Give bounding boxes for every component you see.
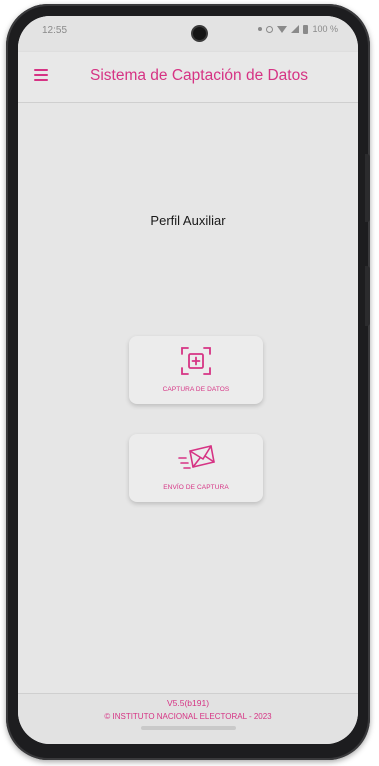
capture-scan-icon (179, 344, 213, 383)
copyright-text: © INSTITUTO NACIONAL ELECTORAL - 2023 (104, 712, 272, 721)
phone-screen: 12:55 100 % Sistema de Captación de Dato… (18, 16, 358, 744)
ring-icon (266, 25, 274, 33)
send-capture-button[interactable]: ENVÍO DE CAPTURA (129, 434, 263, 502)
phone-frame: 12:55 100 % Sistema de Captación de Dato… (6, 4, 370, 760)
signal-icon (291, 25, 300, 33)
wifi-icon (277, 25, 288, 33)
status-bar: 12:55 100 % (18, 16, 358, 52)
app-bar: Sistema de Captación de Datos (18, 52, 358, 103)
status-icons: 100 % (258, 24, 338, 34)
app-version: V5.5(b191) (166, 698, 210, 708)
notification-dot-icon (258, 27, 263, 31)
main-content: Perfil Auxiliar CAPTURA DE DATOS ENVÍO D… (18, 103, 358, 703)
hamburger-menu-icon[interactable] (34, 69, 48, 81)
capture-data-button[interactable]: CAPTURA DE DATOS (129, 336, 263, 404)
battery-icon (303, 24, 309, 34)
footer: V5.5(b191) © INSTITUTO NACIONAL ELECTORA… (18, 693, 358, 744)
volume-button (365, 154, 370, 222)
send-envelope-icon (176, 442, 216, 481)
status-time: 12:55 (42, 25, 68, 36)
power-button (365, 266, 370, 326)
page-title: Sistema de Captación de Datos (90, 67, 308, 84)
send-capture-label: ENVÍO DE CAPTURA (163, 484, 229, 491)
profile-label: Perfil Auxiliar (150, 213, 226, 228)
front-camera (193, 27, 206, 40)
home-indicator[interactable] (141, 726, 236, 730)
battery-level: 100 % (312, 24, 338, 34)
capture-data-label: CAPTURA DE DATOS (162, 386, 230, 393)
